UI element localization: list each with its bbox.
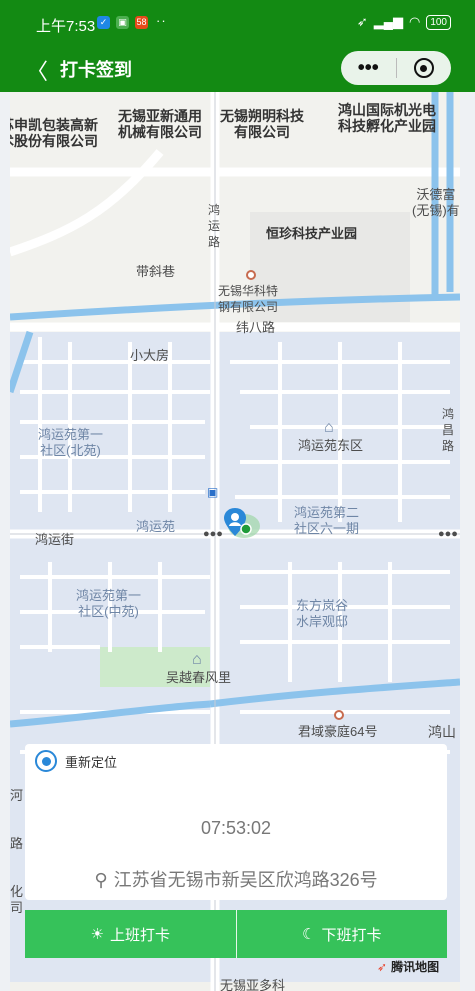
close-mini-program-button[interactable] — [396, 58, 451, 78]
status-bar: 上午7:53 ✓ ▣ 58 ·· ➶ ▂▄▆ ◠ 100 — [0, 0, 475, 46]
check-in-panel: 重新定位 07:53:02 ⚲ 江苏省无锡市新吴区欣鸿路326号 — [25, 744, 447, 900]
poi-dot-huakete — [246, 270, 256, 280]
back-button[interactable]: 〈 — [26, 54, 48, 86]
community-icon-2: ⌂ — [192, 651, 202, 668]
map-label-xiaodafang: 小大房 — [130, 348, 170, 363]
current-address: ⚲ 江苏省无锡市新吴区欣鸿路326号 — [25, 866, 447, 892]
map-label-hongshan: 鸿山国际机光电 科技孵化产业园 — [338, 102, 436, 134]
poi-dot-junyu — [334, 710, 344, 720]
status-time: 上午7:53 — [36, 18, 96, 35]
location-arrow-icon: ➶ — [356, 14, 368, 29]
map-label-kaibao: 苏申凯包装高新术股份有限公司 — [10, 117, 98, 149]
traffic-light-icon-2: ●●● — [438, 528, 458, 540]
sun-icon: ☀ — [90, 926, 104, 943]
map-label-bottom: 无锡亚多科 — [220, 978, 286, 991]
tencent-map-logo-icon: ➶ — [377, 959, 388, 974]
status-right: ➶ ▂▄▆ ◠ 100 — [357, 14, 451, 30]
user-location-pin-icon — [224, 508, 260, 538]
top-bar: 上午7:53 ✓ ▣ 58 ·· ➶ ▂▄▆ ◠ 100 〈 打卡签到 ••• — [0, 0, 475, 92]
map-label-hongyun-road: 鸿运路 — [208, 203, 221, 249]
clock-in-label: 上班打卡 — [109, 926, 170, 944]
clock-out-button[interactable]: ☾ 下班打卡 — [235, 910, 447, 958]
clock-in-button[interactable]: ☀ 上班打卡 — [25, 910, 236, 958]
map-label-hua: 化司 — [10, 884, 24, 915]
relocate-button[interactable]: 重新定位 — [35, 750, 117, 772]
clock-out-label: 下班打卡 — [321, 926, 382, 944]
signal-icon: ▂▄▆ — [373, 14, 403, 29]
current-time: 07:53:02 — [200, 818, 272, 838]
map-pin-icon: ⚲ — [94, 870, 108, 890]
map-label-hengzhen: 恒珍科技产业园 — [266, 226, 358, 241]
target-icon — [413, 58, 434, 78]
map-label-he: 河 — [10, 788, 24, 803]
community-icon: ⌂ — [324, 419, 334, 436]
map-label-yaxin: 无锡亚新通用 机械有限公司 — [118, 108, 202, 140]
map-label-hongshan2: 鸿山 — [428, 724, 456, 740]
badge-notification-icon: 58 — [135, 16, 148, 29]
map-label-dongqu: 鸿运苑东区 — [298, 438, 364, 453]
map-label-hongchanglu: 鸿昌路 — [442, 407, 455, 453]
notification-icon: ✓ — [97, 16, 110, 29]
locate-icon — [35, 750, 57, 772]
bus-stop-icon: ▣ — [207, 485, 219, 499]
map-label-shuoming: 无锡朔明科技 有限公司 — [220, 108, 304, 140]
map-label-wode: 沃德富 (无锡)有 — [412, 187, 460, 218]
battery-icon: 100 — [426, 14, 451, 30]
moon-icon: ☾ — [302, 926, 316, 943]
page-title: 打卡签到 — [60, 60, 132, 80]
map-label-huakete: 无锡华科特 钢有限公司 — [218, 284, 279, 314]
map-label-lu: 路 — [10, 836, 24, 851]
more-menu-button[interactable]: ••• — [341, 58, 396, 78]
map-label-beiyuan: 鸿运苑第一 社区(北苑) — [38, 427, 104, 458]
map-label-hongyunyuan: 鸿运苑 — [136, 519, 176, 534]
map-label-hongyunjie: 鸿运街 — [35, 532, 75, 547]
wifi-icon: ◠ — [408, 14, 421, 29]
map-label-weibalu: 纬八路 — [236, 320, 276, 335]
brand-name: 腾讯地图 — [391, 960, 440, 974]
map-brand: ➶ 腾讯地图 — [377, 958, 439, 975]
map-label-zhongyuan: 鸿运苑第一 社区(中苑) — [76, 588, 142, 619]
traffic-light-icon: ●●● — [203, 528, 223, 540]
map-label-wuyue: 吴越春风里 — [166, 670, 232, 685]
app-notification-icon: ▣ — [116, 16, 129, 29]
clock-buttons: ☀ 上班打卡 ☾ 下班打卡 — [25, 910, 447, 958]
navigation-bar: 〈 打卡签到 ••• — [0, 46, 475, 92]
relocate-label: 重新定位 — [65, 754, 118, 770]
map-label-daixiexiang: 带斜巷 — [136, 264, 176, 279]
map-label-lanyu: 东方岚谷 水岸观邸 — [296, 598, 349, 629]
map-label-liuyiqi: 鸿运苑第二 社区六一期 — [294, 505, 360, 536]
map-label-junyu: 君域豪庭64号 — [298, 724, 378, 739]
mini-program-capsule: ••• — [341, 51, 451, 85]
more-notifications-icon: ·· — [156, 13, 167, 28]
address-text: 江苏省无锡市新吴区欣鸿路326号 — [113, 870, 378, 890]
